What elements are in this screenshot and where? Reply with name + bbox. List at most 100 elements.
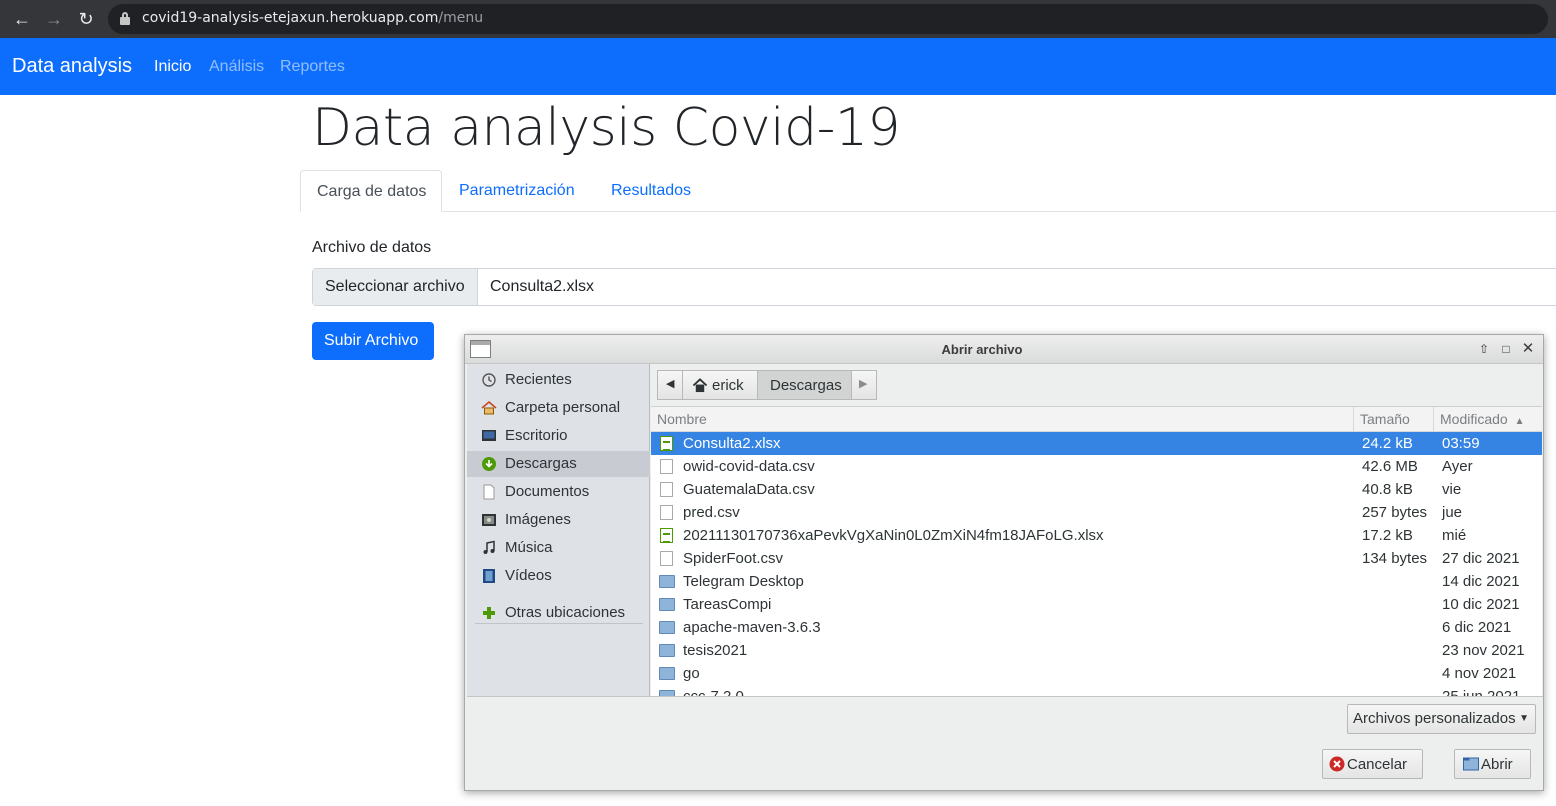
file-name: GuatemalaData.csv [683,481,815,498]
file-icon [660,459,673,474]
file-size: 42.6 MB [1362,458,1418,475]
folder-row[interactable]: apache-maven-3.6.3 6 dic 2021 [651,616,1542,639]
desktop-icon [482,430,496,441]
folder-icon [659,667,675,680]
folder-row[interactable]: ccc-7.2.0 25 jun 2021 [651,685,1542,696]
file-name: Consulta2.xlsx [683,435,781,452]
file-row[interactable]: 20211130170736xaPevkVgXaNin0L0ZmXiN4fm18… [651,524,1542,547]
document-icon [483,484,495,500]
column-header-modified[interactable]: Modificado ▲ [1434,407,1542,432]
file-modified: 27 dic 2021 [1442,550,1520,567]
sidebar-item-carpeta-personal[interactable]: Carpeta personal [467,395,650,421]
tab-carga-de-datos[interactable]: Carga de datos [300,170,442,212]
file-list: Nombre Tamaño Modificado ▲ Consulta2.xls… [651,406,1542,696]
file-size: 134 bytes [1362,550,1428,567]
sidebar-label: Vídeos [505,567,552,584]
sidebar-label: Documentos [505,483,590,500]
sidebar-item-escritorio[interactable]: Escritorio [467,423,650,449]
sidebar-item-recientes[interactable]: Recientes [467,367,650,393]
file-filter-label: Archivos personalizados [1353,710,1516,727]
file-input[interactable]: Seleccionar archivo Consulta2.xlsx [312,268,1556,306]
file-icon [660,551,673,566]
folder-row[interactable]: TareasCompi 10 dic 2021 [651,593,1542,616]
cancel-icon [1329,756,1345,772]
forward-arrow-icon[interactable]: → [42,7,66,31]
folder-row[interactable]: Telegram Desktop 14 dic 2021 [651,570,1542,593]
file-modified: 25 jun 2021 [1442,688,1520,696]
file-modified: 14 dic 2021 [1442,573,1520,590]
tab-parametrizacion[interactable]: Parametrización [443,170,591,212]
sidebar-item-descargas[interactable]: Descargas [467,451,650,477]
maximize-icon[interactable]: □ [1498,341,1514,357]
path-right-arrow-icon[interactable]: ▶ [851,370,877,400]
close-icon[interactable]: ✕ [1520,341,1536,357]
file-input-label: Archivo de datos [312,239,432,256]
download-icon [482,457,496,471]
sidebar-label: Música [505,539,553,556]
file-modified: 03:59 [1442,435,1480,452]
sidebar-item-musica[interactable]: Música [467,535,650,561]
path-button-descargas[interactable]: Descargas [757,370,852,400]
url-text: covid19-analysis-etejaxun.herokuapp.com/… [142,10,484,26]
open-button[interactable]: Abrir [1454,749,1531,779]
home-icon [692,378,708,393]
file-row[interactable]: SpiderFoot.csv 134 bytes 27 dic 2021 [651,547,1542,570]
minimize-icon[interactable]: ⇧ [1476,341,1492,357]
file-modified: 6 dic 2021 [1442,619,1512,636]
sidebar-item-videos[interactable]: Vídeos [467,563,650,589]
path-button-home[interactable]: erick [682,370,758,400]
folder-row[interactable]: tesis2021 23 nov 2021 [651,639,1542,662]
folder-icon [659,575,675,588]
column-header-name[interactable]: Nombre [651,407,1354,432]
tab-resultados[interactable]: Resultados [595,170,707,212]
dialog-titlebar[interactable]: Abrir archivo ⇧ □ ✕ [465,335,1543,364]
plus-icon [483,607,495,619]
upload-button[interactable]: Subir Archivo [312,322,434,360]
file-name: 20211130170736xaPevkVgXaNin0L0ZmXiN4fm18… [683,527,1104,544]
sidebar-item-imagenes[interactable]: Imágenes [467,507,650,533]
spreadsheet-icon [660,436,673,451]
nav-link-inicio[interactable]: Inicio [154,58,191,76]
sidebar-label: Recientes [505,371,572,388]
select-file-button[interactable]: Seleccionar archivo [313,269,478,305]
sidebar-item-documentos[interactable]: Documentos [467,479,650,505]
file-filter-dropdown[interactable]: Archivos personalizados ▼ [1347,704,1536,734]
file-name: pred.csv [683,504,740,521]
reload-icon[interactable]: ↻ [74,7,98,31]
file-size: 40.8 kB [1362,481,1413,498]
nav-link-analisis[interactable]: Análisis [209,58,264,76]
file-row[interactable]: owid-covid-data.csv 42.6 MB Ayer [651,455,1542,478]
file-size: 257 bytes [1362,504,1428,521]
file-row[interactable]: pred.csv 257 bytes jue [651,501,1542,524]
file-icon [660,505,673,520]
cancel-button[interactable]: Cancelar [1322,749,1423,779]
nav-link-reportes[interactable]: Reportes [280,58,345,76]
music-icon [483,540,495,554]
column-header-size[interactable]: Tamaño [1354,407,1434,432]
sidebar-label: Carpeta personal [505,399,621,416]
file-name: owid-covid-data.csv [683,458,815,475]
address-bar[interactable]: covid19-analysis-etejaxun.herokuapp.com/… [108,4,1548,34]
folder-icon [659,644,675,657]
sidebar-label: Imágenes [505,511,571,528]
file-row[interactable]: Consulta2.xlsx 24.2 kB 03:59 [651,432,1542,455]
path-label: erick [712,377,744,394]
selected-file-name: Consulta2.xlsx [490,278,595,295]
sidebar-item-otras-ubicaciones[interactable]: Otras ubicaciones [467,600,650,626]
file-modified: mié [1442,527,1467,544]
file-modified: Ayer [1442,458,1473,475]
file-name: Telegram Desktop [683,573,804,590]
navbar-brand[interactable]: Data analysis [12,55,132,78]
file-name: tesis2021 [683,642,748,659]
folder-row[interactable]: go 4 nov 2021 [651,662,1542,685]
back-arrow-icon[interactable]: ← [10,7,34,31]
file-modified: 10 dic 2021 [1442,596,1520,613]
page-title: Data analysis Covid-19 [312,98,901,158]
dialog-title: Abrir archivo [941,342,1023,357]
top-navbar: Data analysis Inicio Análisis Reportes [0,38,1556,95]
sidebar-label: Escritorio [505,427,568,444]
file-modified: 4 nov 2021 [1442,665,1517,682]
path-left-arrow-icon[interactable]: ◀ [657,370,683,400]
file-icon [660,482,673,497]
file-row[interactable]: GuatemalaData.csv 40.8 kB vie [651,478,1542,501]
